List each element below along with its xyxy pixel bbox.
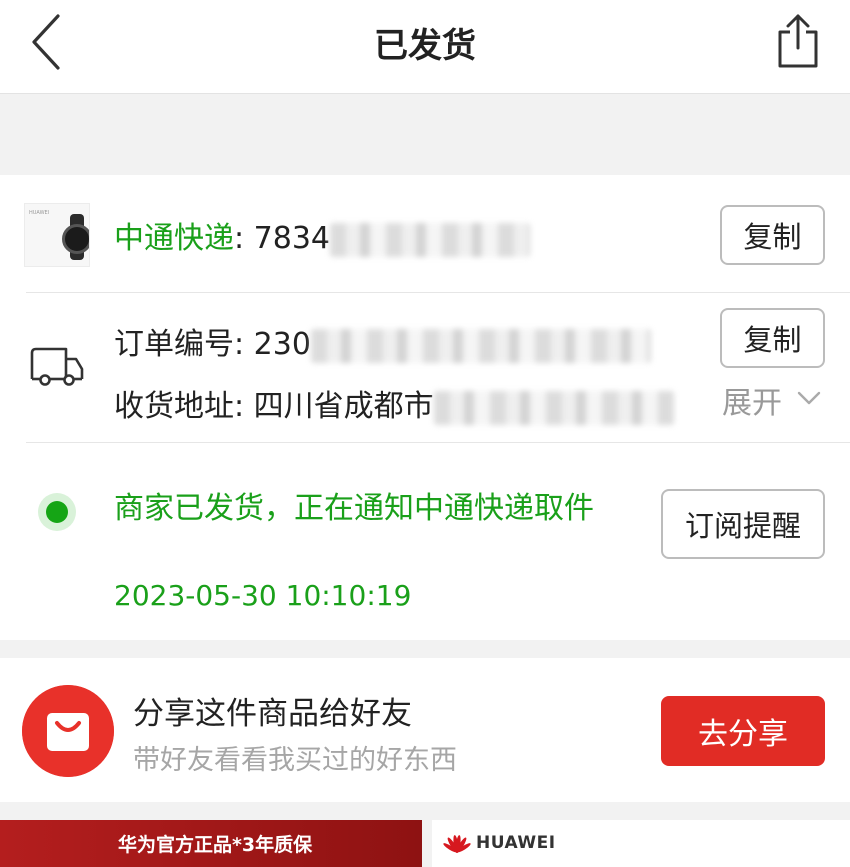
top-nav-bar: 已发货 bbox=[0, 0, 850, 94]
redacted-order-number bbox=[310, 328, 651, 363]
watch-face bbox=[62, 224, 89, 254]
chevron-down-icon[interactable] bbox=[796, 389, 822, 407]
huawei-brand-text: HUAWEI bbox=[476, 833, 556, 853]
divider bbox=[26, 442, 850, 443]
status-message: 商家已发货，正在通知中通快递取件 bbox=[114, 491, 594, 526]
redacted-tracking bbox=[330, 222, 530, 257]
truck-icon bbox=[30, 347, 84, 386]
tracking-number-row: 中通快递: 7834 bbox=[114, 213, 530, 257]
thumbnail-brand-mark: HUAWEI bbox=[29, 210, 50, 216]
promo-banner-text: 华为官方正品*3年质保 bbox=[118, 834, 313, 856]
carrier-name: 中通快递 bbox=[114, 221, 234, 256]
share-card: 分享这件商品给好友 带好友看看我买过的好东西 去分享 bbox=[0, 658, 850, 802]
address-row: 收货地址: 四川省成都市 bbox=[114, 381, 674, 425]
page-title: 已发货 bbox=[374, 26, 476, 66]
shipping-address: 收货地址: 四川省成都市 bbox=[114, 389, 434, 424]
expand-address-link[interactable]: 展开 bbox=[722, 378, 782, 422]
go-share-button[interactable]: 去分享 bbox=[661, 696, 825, 766]
status-timestamp: 2023-05-30 10:10:19 bbox=[114, 579, 412, 612]
order-number: 订单编号: 230 bbox=[114, 327, 311, 362]
status-indicator-dot bbox=[38, 493, 76, 531]
redacted-address bbox=[433, 390, 674, 425]
tracking-number: : 7834 bbox=[234, 221, 330, 256]
share-icon[interactable] bbox=[774, 12, 822, 70]
copy-tracking-button[interactable]: 复制 bbox=[720, 205, 825, 265]
share-title: 分享这件商品给好友 bbox=[133, 696, 412, 732]
promo-banner-right[interactable]: HUAWEI bbox=[432, 820, 850, 867]
huawei-logo-icon bbox=[443, 835, 471, 853]
shipment-card: HUAWEI 中通快递: 7834 复制 订单编号: 230 复制 收货地址: … bbox=[0, 175, 850, 640]
product-thumbnail[interactable]: HUAWEI bbox=[24, 203, 90, 267]
copy-order-button[interactable]: 复制 bbox=[720, 308, 825, 368]
share-subtitle: 带好友看看我买过的好东西 bbox=[133, 745, 457, 776]
divider bbox=[26, 292, 850, 293]
order-number-row: 订单编号: 230 bbox=[114, 319, 651, 363]
shopping-bag-icon bbox=[22, 685, 114, 777]
promo-banner-left[interactable]: 华为官方正品*3年质保 bbox=[0, 820, 422, 867]
subscribe-reminder-button[interactable]: 订阅提醒 bbox=[661, 489, 825, 559]
